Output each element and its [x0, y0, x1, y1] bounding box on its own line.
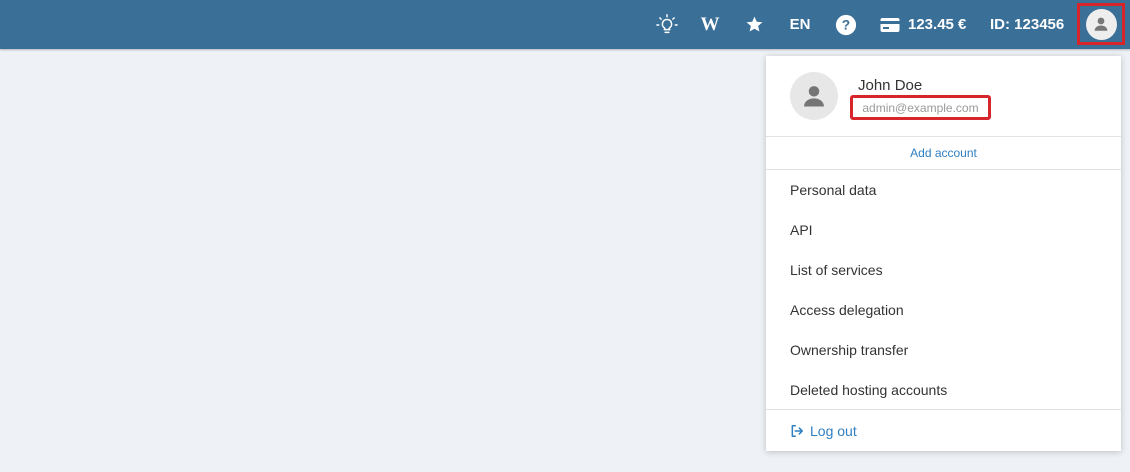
user-menu-list: Personal data API List of services Acces…	[766, 170, 1121, 410]
wiki-label: W	[700, 13, 720, 35]
menu-item-ownership-transfer[interactable]: Ownership transfer	[766, 330, 1121, 370]
question-icon[interactable]: ?	[834, 0, 858, 49]
user-avatar-button[interactable]	[1077, 3, 1125, 45]
user-id: ID: 123456	[990, 16, 1065, 33]
top-navigation-bar: W EN ? 123.45 € ID: 123456	[0, 0, 1130, 49]
language-selector[interactable]: EN	[786, 0, 814, 49]
user-icon	[1092, 15, 1110, 33]
balance-value: 123.45 €	[908, 16, 967, 33]
user-name: John Doe	[858, 77, 923, 94]
svg-text:?: ?	[842, 17, 850, 32]
user-menu-footer: Log out	[766, 409, 1121, 452]
user-menu-avatar	[790, 72, 838, 120]
menu-item-deleted-hosting-accounts[interactable]: Deleted hosting accounts	[766, 370, 1121, 410]
user-email: admin@example.com	[850, 95, 991, 120]
logout-label: Log out	[810, 423, 857, 439]
menu-item-personal-data[interactable]: Personal data	[766, 170, 1121, 210]
logout-button[interactable]: Log out	[790, 410, 857, 452]
lightbulb-icon[interactable]	[655, 0, 679, 49]
menu-item-list-of-services[interactable]: List of services	[766, 250, 1121, 290]
user-menu-dropdown: John Doe admin@example.com Add account P…	[766, 56, 1121, 451]
menu-item-api[interactable]: API	[766, 210, 1121, 250]
star-icon[interactable]	[743, 0, 765, 49]
wiki-icon[interactable]: W	[697, 0, 723, 49]
add-account-link[interactable]: Add account	[766, 137, 1121, 170]
logout-icon	[790, 424, 804, 438]
avatar	[1085, 8, 1117, 40]
menu-item-access-delegation[interactable]: Access delegation	[766, 290, 1121, 330]
user-icon	[800, 82, 828, 110]
credit-card-icon	[880, 17, 900, 33]
user-menu-header: John Doe admin@example.com	[766, 56, 1121, 137]
balance-button[interactable]: 123.45 €	[880, 0, 972, 49]
